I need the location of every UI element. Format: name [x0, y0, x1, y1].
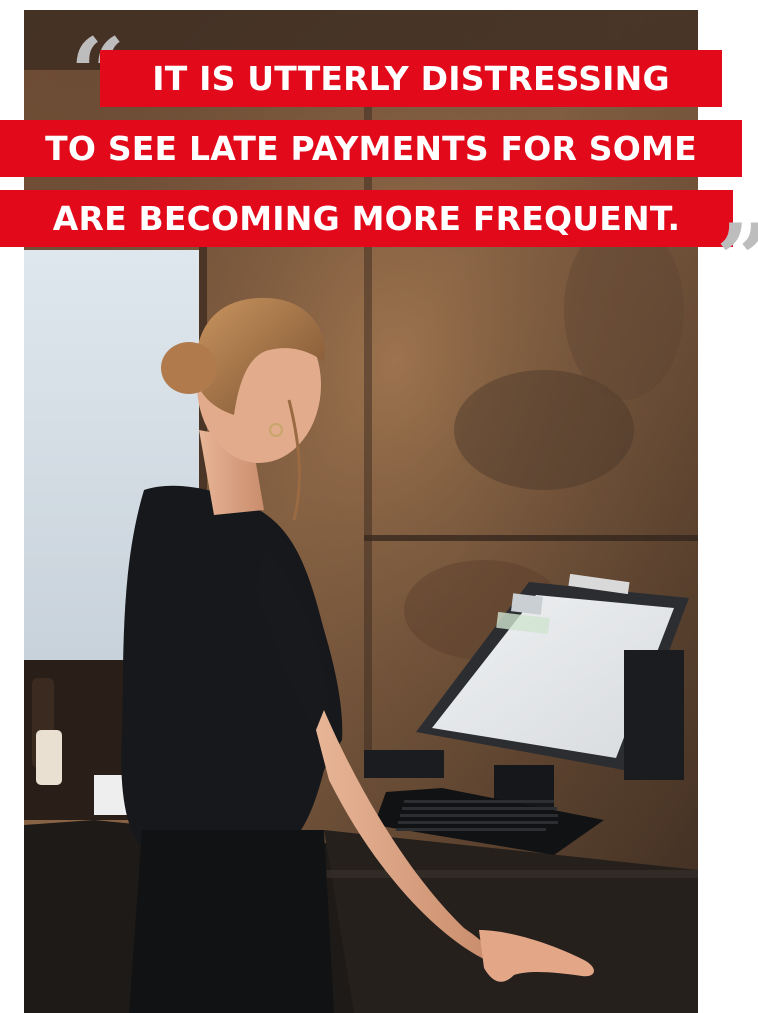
quote-line-1-band: IT IS UTTERLY DISTRESSING — [100, 50, 722, 107]
quote-line-3: ARE BECOMING MORE FREQUENT. — [52, 199, 681, 238]
quote-line-1: IT IS UTTERLY DISTRESSING — [152, 59, 670, 98]
quote-line-2: TO SEE LATE PAYMENTS FOR SOME — [45, 129, 697, 168]
quote-line-2-band: TO SEE LATE PAYMENTS FOR SOME — [0, 120, 742, 177]
page: “ IT IS UTTERLY DISTRESSING TO SEE LATE … — [0, 0, 758, 1013]
close-quote-icon: ” — [716, 212, 758, 308]
quote-line-3-band: ARE BECOMING MORE FREQUENT. — [0, 190, 733, 247]
